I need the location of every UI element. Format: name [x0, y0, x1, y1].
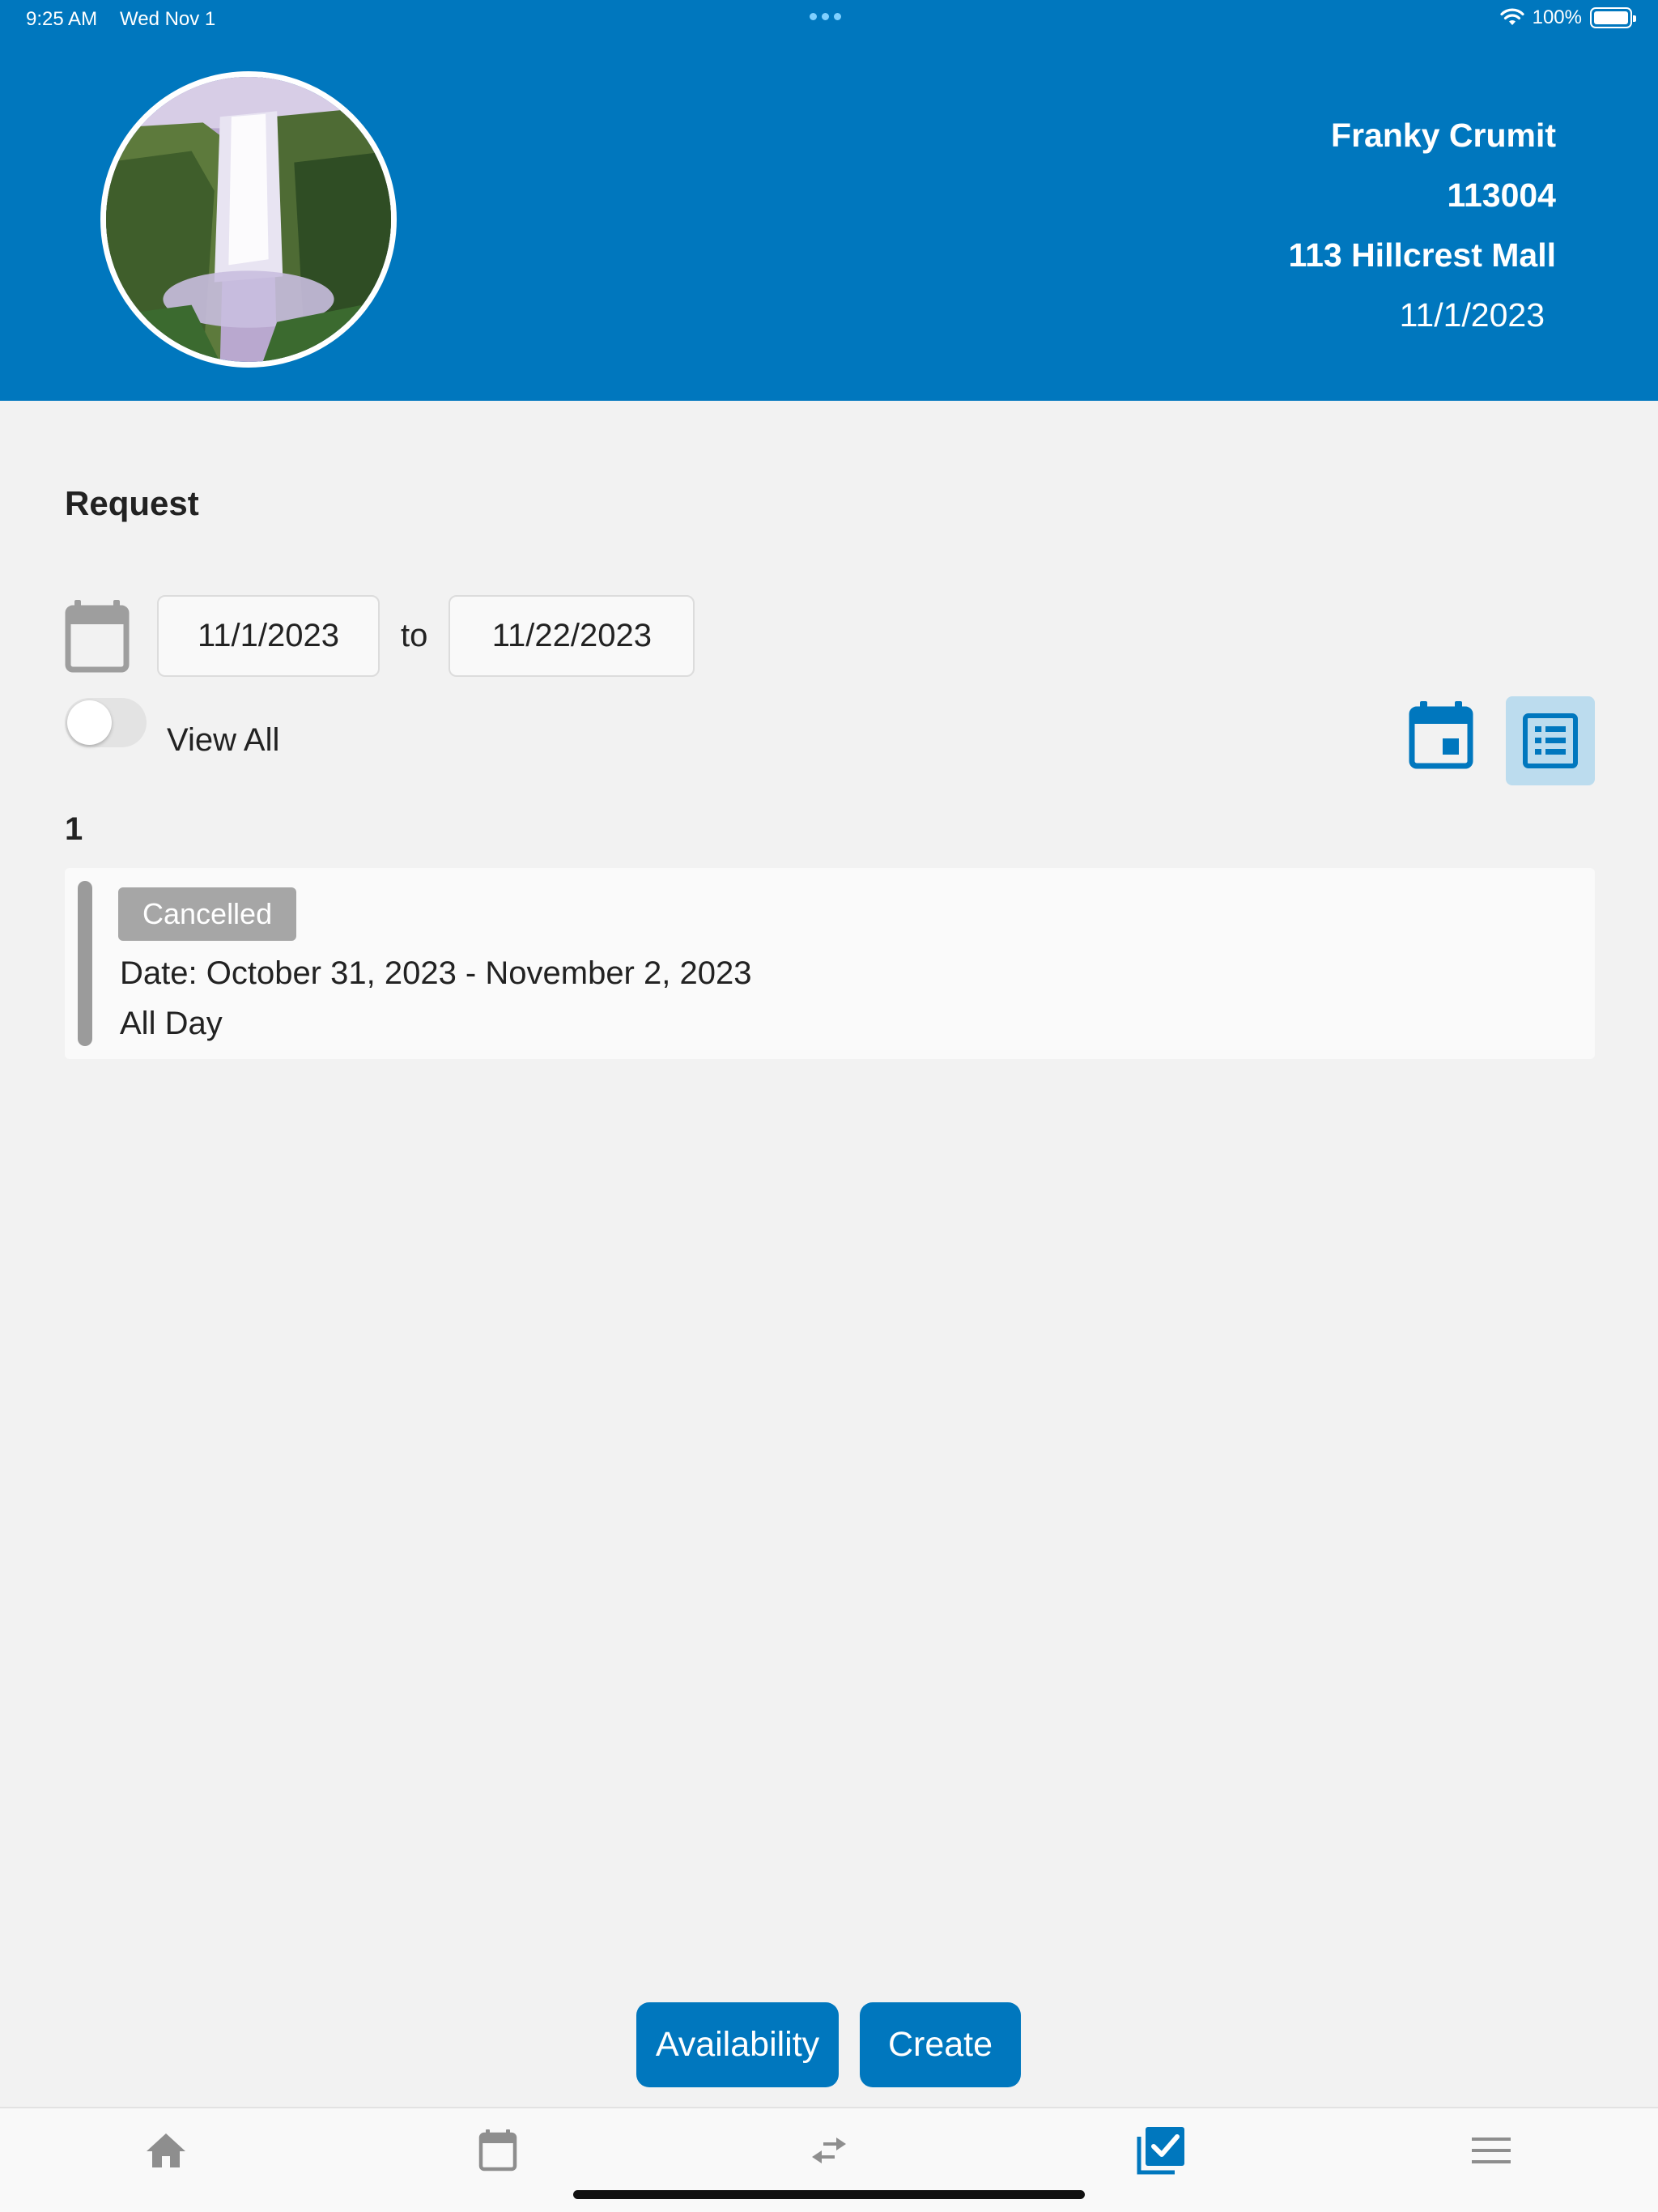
- calendar-icon: [478, 2129, 517, 2172]
- user-info: Franky Crumit 113004 113 Hillcrest Mall …: [1289, 105, 1556, 345]
- status-time: 9:25 AM: [26, 8, 98, 30]
- request-date-range: Date: October 31, 2023 - November 2, 202…: [120, 955, 752, 991]
- availability-button[interactable]: Availability: [636, 2002, 839, 2087]
- view-all-label: View All: [167, 722, 280, 758]
- swap-icon: [812, 2138, 846, 2163]
- multitasking-dots-icon[interactable]: [810, 13, 841, 20]
- request-count: 1: [65, 811, 83, 847]
- wifi-icon: [1500, 8, 1524, 25]
- request-time: All Day: [120, 1006, 223, 1041]
- date-range-filter: 11/1/2023 to 11/22/2023: [65, 595, 695, 677]
- checkbox-icon: [1137, 2127, 1184, 2175]
- status-indicators: 100%: [1500, 6, 1636, 29]
- date-range-to-label: to: [401, 618, 428, 653]
- home-indicator[interactable]: [573, 2190, 1085, 2199]
- store-name: 113 Hillcrest Mall: [1288, 236, 1556, 274]
- list-view-button[interactable]: [1506, 696, 1595, 785]
- start-date-field[interactable]: 11/1/2023: [157, 595, 380, 677]
- view-all-toggle[interactable]: [65, 698, 147, 747]
- menu-icon: [1472, 2138, 1511, 2163]
- tab-swap[interactable]: [803, 2125, 855, 2176]
- user-name: Franky Crumit: [1331, 117, 1556, 154]
- status-indicator-bar: [78, 881, 92, 1046]
- current-date: 11/1/2023: [1399, 296, 1545, 334]
- home-icon: [147, 2133, 185, 2167]
- calendar-icon[interactable]: [65, 599, 130, 673]
- battery-percent: 100%: [1532, 6, 1582, 28]
- employee-id: 113004: [1447, 177, 1556, 214]
- status-badge: Cancelled: [118, 887, 297, 941]
- calendar-view-button[interactable]: [1409, 701, 1473, 769]
- page-title: Request: [65, 484, 199, 522]
- request-card[interactable]: Cancelled Date: October 31, 2023 - Novem…: [65, 868, 1595, 1059]
- tab-calendar[interactable]: [472, 2125, 524, 2176]
- create-button[interactable]: Create: [860, 2002, 1021, 2087]
- profile-header: 9:25 AM Wed Nov 1 100% Franky Crumit 113…: [0, 0, 1658, 401]
- end-date-field[interactable]: 11/22/2023: [449, 595, 695, 677]
- avatar[interactable]: [100, 71, 397, 368]
- tab-requests[interactable]: [1135, 2125, 1187, 2176]
- avatar-waterfall-image: [106, 77, 391, 362]
- tab-menu[interactable]: [1465, 2125, 1517, 2176]
- status-bar: 9:25 AM Wed Nov 1 100%: [0, 0, 1658, 39]
- toggle-knob: [67, 700, 112, 745]
- list-icon: [1523, 713, 1578, 768]
- tab-home[interactable]: [140, 2125, 192, 2176]
- battery-icon: [1590, 7, 1636, 28]
- status-date: Wed Nov 1: [120, 8, 216, 30]
